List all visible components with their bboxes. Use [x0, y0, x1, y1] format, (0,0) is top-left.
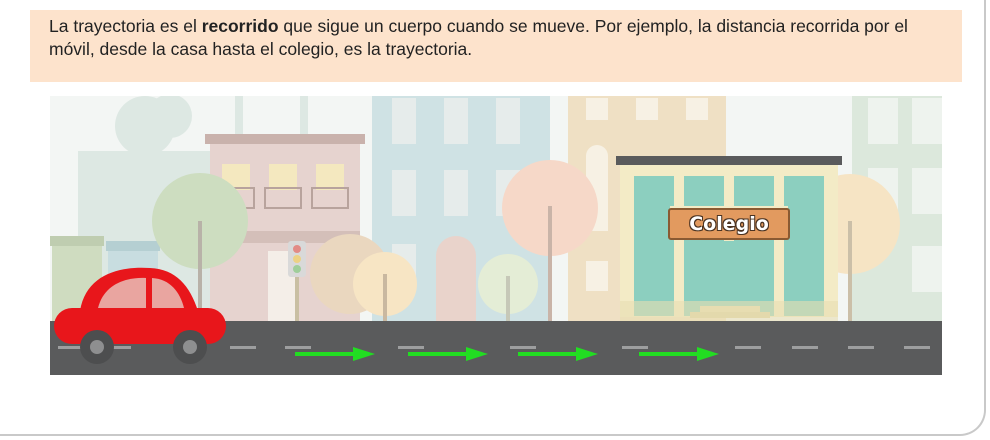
colegio-sign: Colegio	[668, 208, 790, 240]
definition-box: La trayectoria es el recorrido que sigue…	[30, 10, 962, 82]
definition-keyword: recorrido	[201, 16, 279, 36]
definition-text-start: La trayectoria es el	[49, 16, 202, 36]
definition-text: La trayectoria es el recorrido que sigue…	[49, 15, 944, 61]
city-illustration	[50, 96, 942, 375]
